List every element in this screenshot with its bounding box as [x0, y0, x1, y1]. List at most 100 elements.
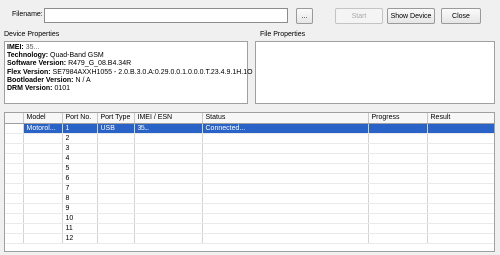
col-header-progress[interactable]: Progress — [368, 113, 428, 124]
cell-imei — [134, 203, 203, 214]
cell-imei — [134, 153, 203, 164]
cell-result — [427, 123, 494, 134]
cell-status: Connected... — [202, 123, 369, 134]
table-row[interactable]: 2 — [5, 133, 494, 144]
table-row[interactable]: 10 — [5, 213, 494, 224]
cell-status — [202, 173, 369, 184]
cell-result — [427, 153, 494, 164]
cell-progress — [368, 143, 428, 154]
cell-port-no: 2 — [62, 133, 98, 144]
cell-port-no: 9 — [62, 203, 98, 214]
cell-port-type — [97, 183, 135, 194]
col-header-status[interactable]: Status — [202, 113, 369, 124]
row-header[interactable] — [5, 183, 24, 194]
table-row[interactable]: 5 — [5, 163, 494, 174]
cell-status — [202, 153, 369, 164]
cell-imei — [134, 223, 203, 234]
cell-status — [202, 223, 369, 234]
table-row[interactable]: 9 — [5, 203, 494, 214]
toolbar: Filename: ... Start Show Device Close — [0, 0, 500, 30]
row-header[interactable] — [5, 193, 24, 204]
software-value: R479_G_08.B4.34R — [68, 60, 132, 68]
cell-port-no: 12 — [62, 233, 98, 244]
cell-model — [23, 183, 63, 194]
imei-line: IMEI: 35... — [7, 44, 253, 52]
cell-progress — [368, 123, 428, 134]
cell-status — [202, 203, 369, 214]
table-row-selected[interactable]: Motorol... 1 USB 35... Connected... — [5, 123, 494, 134]
col-header-model[interactable]: Model — [23, 113, 63, 124]
cell-model: Motorol... — [23, 123, 63, 134]
cell-imei — [134, 183, 203, 194]
drm-value: 0101 — [54, 85, 71, 93]
cell-progress — [368, 163, 428, 174]
cell-port-type — [97, 143, 135, 154]
technology-value: Quad-Band GSM — [50, 52, 104, 60]
cell-port-type — [97, 203, 135, 214]
cell-status — [202, 193, 369, 204]
row-header[interactable] — [5, 153, 24, 164]
col-header-result[interactable]: Result — [427, 113, 494, 124]
flex-line: Flex Version: SE7984AXXH1055 - 2.0.B.3.0… — [7, 69, 253, 77]
cell-port-type: USB — [97, 123, 135, 134]
cell-port-no: 5 — [62, 163, 98, 174]
cell-port-type — [97, 163, 135, 174]
cell-imei — [134, 233, 203, 244]
cell-port-type — [97, 133, 135, 144]
cell-port-type — [97, 193, 135, 204]
row-header[interactable] — [5, 133, 24, 144]
table-row[interactable]: 8 — [5, 193, 494, 204]
cell-port-type — [97, 213, 135, 224]
table-row[interactable]: 3 — [5, 143, 494, 154]
table-row[interactable]: 4 — [5, 153, 494, 164]
cell-progress — [368, 213, 428, 224]
cell-imei — [134, 133, 203, 144]
table-row[interactable]: 12 — [5, 233, 494, 244]
cell-progress — [368, 233, 428, 244]
technology-line: Technology: Quad-Band GSM — [7, 52, 253, 60]
table-row[interactable]: 6 — [5, 173, 494, 184]
software-line: Software Version: R479_G_08.B4.34R — [7, 60, 253, 68]
cell-status — [202, 213, 369, 224]
cell-imei — [134, 193, 203, 204]
device-properties-title: Device Properties — [4, 31, 60, 38]
technology-label: Technology: — [7, 52, 49, 60]
cell-port-no: 7 — [62, 183, 98, 194]
row-header[interactable] — [5, 173, 24, 184]
close-button[interactable]: Close — [441, 8, 481, 24]
row-header[interactable] — [5, 203, 24, 214]
col-header-imei-esn[interactable]: IMEI / ESN — [134, 113, 203, 124]
cell-port-type — [97, 153, 135, 164]
table-row[interactable]: 7 — [5, 183, 494, 194]
row-header[interactable] — [5, 213, 24, 224]
cell-result — [427, 203, 494, 214]
row-header[interactable] — [5, 123, 24, 134]
cell-model — [23, 213, 63, 224]
row-header[interactable] — [5, 163, 24, 174]
row-header[interactable] — [5, 223, 24, 234]
start-button[interactable]: Start — [335, 8, 383, 24]
flex-value: SE7984AXXH1055 - 2.0.B.3.0.A:0.29.0.0.1.… — [52, 68, 253, 76]
cell-imei — [134, 173, 203, 184]
cell-progress — [368, 203, 428, 214]
imei-value: 35... — [25, 44, 40, 51]
cell-status — [202, 143, 369, 154]
show-device-button[interactable]: Show Device — [387, 8, 435, 24]
table-row[interactable]: 11 — [5, 223, 494, 234]
filename-input[interactable] — [44, 8, 288, 23]
cell-port-no: 3 — [62, 143, 98, 154]
cell-port-no: 4 — [62, 153, 98, 164]
cell-port-no: 11 — [62, 223, 98, 234]
cell-result — [427, 173, 494, 184]
cell-imei: 35... — [134, 123, 203, 134]
row-header[interactable] — [5, 233, 24, 244]
cell-progress — [368, 153, 428, 164]
col-header-port-no[interactable]: Port No. — [62, 113, 98, 124]
filename-label: Filename: — [12, 11, 43, 18]
row-header[interactable] — [5, 143, 24, 154]
col-header-port-type[interactable]: Port Type — [97, 113, 135, 124]
cell-result — [427, 193, 494, 204]
cell-model — [23, 143, 63, 154]
cell-imei — [134, 213, 203, 224]
browse-button[interactable]: ... — [296, 8, 313, 24]
